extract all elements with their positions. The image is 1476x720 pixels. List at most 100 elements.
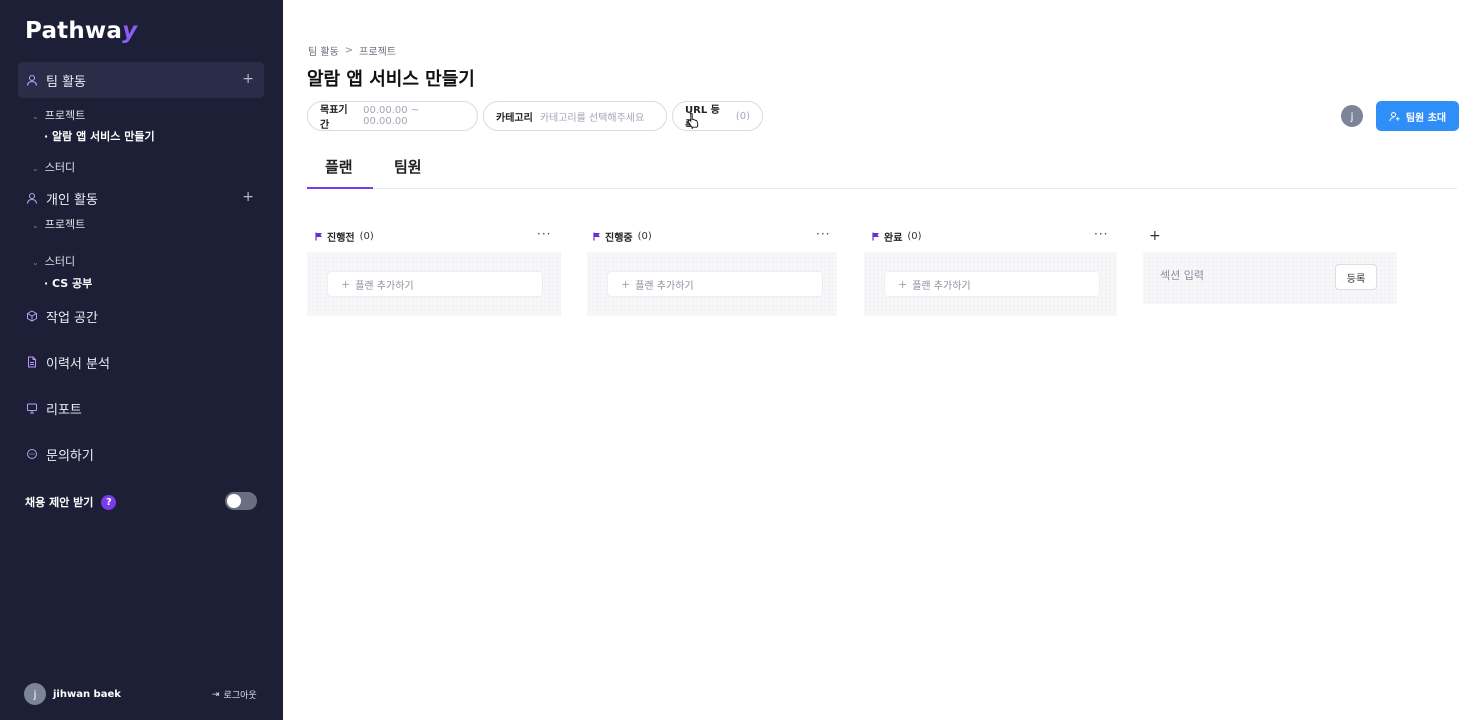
chip-value: (0): [735, 110, 750, 122]
add-plan-label: 플랜 추가하기: [355, 280, 414, 292]
column-title: 완료: [884, 233, 903, 244]
sidebar-item-personal-activity[interactable]: 개인 활동 +: [18, 180, 264, 216]
target-period-chip[interactable]: 목표기간 00.00.00 ~ 00.00.00: [307, 101, 478, 131]
breadcrumb: 팀 활동 > 프로젝트: [308, 43, 396, 58]
column-header: 완료 (0): [872, 229, 922, 244]
sidebar-team-study[interactable]: ⌄ 스터디: [32, 159, 75, 175]
add-plan-button[interactable]: + 플랜 추가하기: [327, 271, 543, 297]
sidebar-personal-project[interactable]: ⌄ 프로젝트: [32, 216, 85, 232]
sidebar-sub-label: 프로젝트: [44, 218, 86, 231]
add-user-icon: [1389, 111, 1400, 122]
recruit-offer-label: 채용 제안 받기: [25, 496, 94, 509]
sidebar-team-project[interactable]: ⌄ 프로젝트: [32, 107, 85, 123]
breadcrumb-root[interactable]: 팀 활동: [308, 43, 339, 58]
logout-icon: ⇥: [212, 689, 220, 700]
sidebar-sub-label: 스터디: [44, 255, 76, 268]
sidebar-item-resume[interactable]: 이력서 분석: [18, 344, 264, 380]
add-team-activity-icon[interactable]: +: [242, 72, 254, 86]
help-icon[interactable]: ?: [101, 494, 117, 510]
sidebar-item-inquiry[interactable]: 문의하기: [18, 436, 264, 472]
chip-value: 카테고리를 선택해주세요: [539, 112, 645, 124]
chevron-icon: ⌄: [32, 258, 39, 267]
page-title: 알람 앱 서비스 만들기: [307, 69, 475, 90]
logo-text: Pathwa: [25, 18, 123, 44]
sidebar-item-label: 리포트: [46, 402, 82, 418]
user-icon: [26, 192, 38, 204]
app-logo[interactable]: Pathway: [25, 18, 137, 44]
active-tab-indicator: [307, 187, 373, 189]
column-body: + 플랜 추가하기: [864, 252, 1117, 316]
main-content: 팀 활동 > 프로젝트 알람 앱 서비스 만들기 목표기간 00.00.00 ~…: [283, 0, 1476, 720]
sidebar-item-workspace[interactable]: 작업 공간: [18, 298, 264, 334]
add-plan-button[interactable]: + 플랜 추가하기: [607, 271, 823, 297]
sidebar-item-report[interactable]: 리포트: [18, 390, 264, 426]
recruit-offer-toggle[interactable]: [225, 492, 257, 510]
category-chip[interactable]: 카테고리 카테고리를 선택해주세요: [483, 101, 667, 131]
add-personal-activity-icon[interactable]: +: [242, 190, 254, 204]
sidebar-item-team-activity[interactable]: 팀 활동 +: [18, 62, 264, 98]
plus-icon: +: [898, 277, 908, 291]
add-plan-label: 플랜 추가하기: [635, 280, 694, 292]
sidebar-personal-study[interactable]: ⌄ 스터디: [32, 253, 75, 269]
plus-icon: +: [621, 277, 631, 291]
cube-icon: [26, 310, 38, 322]
column-count: (0): [907, 231, 922, 242]
user-name: jihwan baek: [53, 688, 121, 700]
column-title: 진행중: [605, 233, 633, 244]
toggle-knob: [227, 494, 241, 508]
flag-icon: [593, 232, 601, 241]
sidebar-item-label: 개인 활동: [46, 192, 98, 208]
logout-label: 로그아웃: [223, 691, 257, 701]
sidebar-item-label: 이력서 분석: [46, 356, 110, 372]
chip-value: 00.00.00 ~ 00.00.00: [363, 105, 420, 127]
chevron-icon: ⌄: [32, 164, 39, 173]
chat-icon: [26, 448, 38, 460]
avatar: j: [24, 683, 46, 705]
more-options-icon[interactable]: ···: [816, 227, 830, 241]
flag-icon: [315, 232, 323, 241]
invite-member-button[interactable]: 팀원 초대: [1376, 101, 1459, 131]
add-section-icon[interactable]: +: [1149, 228, 1161, 244]
avatar[interactable]: j: [1341, 105, 1363, 127]
user-icon: [26, 74, 38, 86]
sidebar-item-label: 팀 활동: [46, 74, 87, 90]
sidebar-team-project-item[interactable]: · 알람 앱 서비스 만들기: [44, 128, 155, 144]
recruit-offer-setting: 채용 제안 받기 ?: [25, 494, 117, 510]
chip-label: 카테고리: [496, 112, 533, 124]
sidebar-item-label: 작업 공간: [46, 310, 98, 326]
column-title: 진행전: [327, 233, 355, 244]
flag-icon: [872, 232, 880, 241]
add-plan-label: 플랜 추가하기: [912, 280, 971, 292]
more-options-icon[interactable]: ···: [1094, 227, 1108, 241]
sidebar-personal-study-item[interactable]: · CS 공부: [44, 275, 92, 291]
column-header: 진행전 (0): [315, 229, 374, 244]
column-header: 진행중 (0): [593, 229, 652, 244]
chevron-icon: ⌄: [32, 112, 39, 121]
sidebar-sub-label: 스터디: [44, 161, 76, 174]
chip-label: 목표기간: [320, 105, 348, 131]
plus-icon: +: [341, 277, 351, 291]
chevron-icon: ⌄: [32, 221, 39, 230]
add-plan-button[interactable]: + 플랜 추가하기: [884, 271, 1100, 297]
document-icon: [26, 356, 38, 368]
tab-plan[interactable]: 플랜: [325, 156, 353, 177]
column-body: + 플랜 추가하기: [307, 252, 561, 316]
breadcrumb-separator: >: [344, 45, 354, 56]
sidebar: Pathway 팀 활동 + ⌄ 프로젝트 · 알람 앱 서비스 만들기 ⌄ 스터디…: [0, 0, 283, 720]
tab-members[interactable]: 팀원: [394, 156, 422, 177]
user-profile[interactable]: j jihwan baek: [24, 683, 121, 705]
hand-cursor-icon: [687, 112, 700, 132]
column-count: (0): [637, 231, 652, 242]
url-register-chip[interactable]: URL 등록 (0): [672, 101, 763, 131]
logout-button[interactable]: ⇥ 로그아웃: [212, 688, 257, 702]
section-name-input[interactable]: [1160, 269, 1310, 282]
monitor-icon: [26, 402, 38, 414]
column-count: (0): [359, 231, 374, 242]
sidebar-item-label: 문의하기: [46, 448, 94, 464]
more-options-icon[interactable]: ···: [537, 227, 551, 241]
new-section-form: 등록: [1143, 252, 1397, 304]
register-section-button[interactable]: 등록: [1335, 264, 1377, 290]
logo-accent: y: [122, 18, 138, 44]
breadcrumb-current[interactable]: 프로젝트: [359, 43, 396, 58]
sidebar-sub-label: 프로젝트: [44, 109, 86, 122]
